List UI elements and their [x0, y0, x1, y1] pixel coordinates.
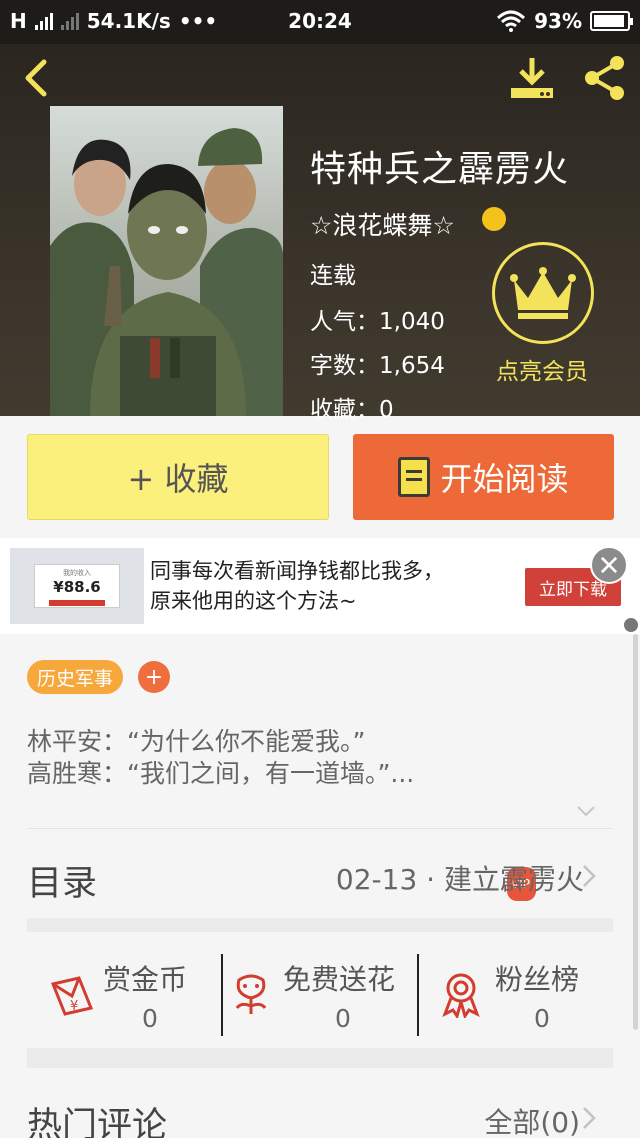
free-flowers-stat[interactable]: 免费送花 0 — [223, 950, 417, 1038]
back-arrow-icon[interactable] — [18, 56, 58, 100]
book-description: 林平安：“为什么你不能爱我。” 高胜寒：“我们之间，有一道墙。”... — [27, 726, 414, 790]
ad-text: 同事每次看新闻挣钱都比我多， 原来他用的这个方法~ — [150, 556, 444, 616]
book-author[interactable]: ☆浪花蝶舞☆ — [310, 206, 455, 242]
free-flowers-label: 免费送花 — [283, 963, 396, 996]
ad-thumb-caption: 我的收入 — [63, 569, 91, 577]
add-tag-button[interactable]: + — [138, 661, 170, 693]
red-envelope-icon: ¥ — [50, 976, 94, 1016]
section-gap — [27, 918, 613, 932]
fan-ranking-value: 0 — [534, 1004, 550, 1033]
divider — [27, 828, 613, 829]
ad-banner[interactable]: 我的收入 ¥88.6 同事每次看新闻挣钱都比我多， 原来他用的这个方法~ 立即下… — [0, 538, 640, 634]
description-line-1: 林平安：“为什么你不能爱我。” — [27, 727, 366, 756]
free-flowers-value: 0 — [335, 1004, 351, 1033]
flower-icon — [235, 974, 267, 1014]
start-reading-label: 开始阅读 — [440, 460, 569, 498]
battery-icon — [590, 11, 633, 31]
fan-ranking-stat[interactable]: 粉丝榜 0 — [419, 950, 613, 1038]
download-icon[interactable] — [508, 54, 556, 102]
ad-thumb-card: 我的收入 ¥88.6 — [34, 564, 120, 608]
svg-text:¥: ¥ — [70, 999, 78, 1014]
wifi-icon — [497, 10, 526, 32]
hot-comments-label: 热门评论 — [27, 1106, 168, 1138]
book-word-count: 字数：1,654 — [310, 353, 445, 379]
member-label: 点亮会员 — [496, 359, 588, 385]
fan-ranking-label: 粉丝榜 — [495, 963, 580, 996]
ad-thumb-bar — [49, 600, 105, 606]
battery-percent: 93% — [534, 9, 582, 33]
medal-icon — [442, 973, 480, 1018]
book-title: 特种兵之霹雳火 — [310, 149, 570, 190]
collect-button[interactable]: + 收藏 — [27, 434, 329, 520]
chevron-right-icon — [583, 1107, 596, 1129]
scrollbar[interactable] — [633, 634, 638, 1030]
reward-coins-label: 赏金币 — [103, 963, 188, 996]
book-popularity: 人气：1,040 — [310, 309, 445, 335]
share-icon[interactable] — [580, 54, 628, 102]
section-gap — [27, 1048, 613, 1068]
start-reading-button[interactable]: 开始阅读 — [353, 434, 614, 520]
reward-coins-stat[interactable]: ¥ 赏金币 0 — [27, 950, 221, 1038]
member-crown-circle — [492, 242, 594, 344]
book-cover-image[interactable] — [50, 106, 283, 416]
stats-row: ¥ 赏金币 0 免费送花 0 粉丝榜 0 — [27, 950, 613, 1038]
all-comments-link[interactable]: 全部(0) — [484, 1101, 580, 1138]
ad-line-1: 同事每次看新闻挣钱都比我多， — [150, 559, 444, 583]
ad-thumb-value: ¥88.6 — [53, 578, 101, 596]
ad-info-icon[interactable] — [624, 618, 638, 632]
stats-divider — [221, 954, 223, 1036]
vip-badge: VIP — [482, 207, 536, 901]
book-favorites: 收藏：0 — [310, 397, 394, 423]
catalog-label[interactable]: 目录 — [27, 855, 97, 906]
ad-line-2: 原来他用的这个方法~ — [150, 589, 357, 613]
crown-icon — [510, 267, 576, 319]
status-right: 93% — [496, 9, 633, 33]
stats-divider — [417, 954, 419, 1036]
ad-thumbnail: 我的收入 ¥88.6 — [10, 548, 144, 624]
book-status: 连载 — [310, 263, 356, 289]
chevron-right-icon — [583, 865, 596, 887]
description-line-2: 高胜寒：“我们之间，有一道墙。”... — [27, 759, 415, 788]
vip-crown-icon — [482, 207, 506, 231]
expand-chevron-icon[interactable] — [575, 800, 597, 822]
latest-chapter[interactable]: 02-13 · 建立霹雳火 — [336, 858, 584, 898]
book-icon — [398, 457, 431, 497]
book-detail-page: H 54.1K/s ••• 20:24 93% 特种兵之霹雳火 ☆浪花蝶舞☆ V… — [0, 0, 640, 1138]
reward-coins-value: 0 — [142, 1004, 158, 1033]
category-tag[interactable]: 历史军事 — [27, 660, 124, 694]
collect-label: + 收藏 — [127, 460, 229, 498]
battery-level — [594, 15, 624, 27]
member-button[interactable]: 点亮会员 — [492, 242, 596, 386]
status-bar: H 54.1K/s ••• 20:24 93% — [0, 0, 640, 44]
ad-close-icon[interactable] — [590, 546, 628, 584]
book-header: 特种兵之霹雳火 ☆浪花蝶舞☆ VIP 连载 人气：1,040 字数：1,654 … — [0, 44, 640, 901]
